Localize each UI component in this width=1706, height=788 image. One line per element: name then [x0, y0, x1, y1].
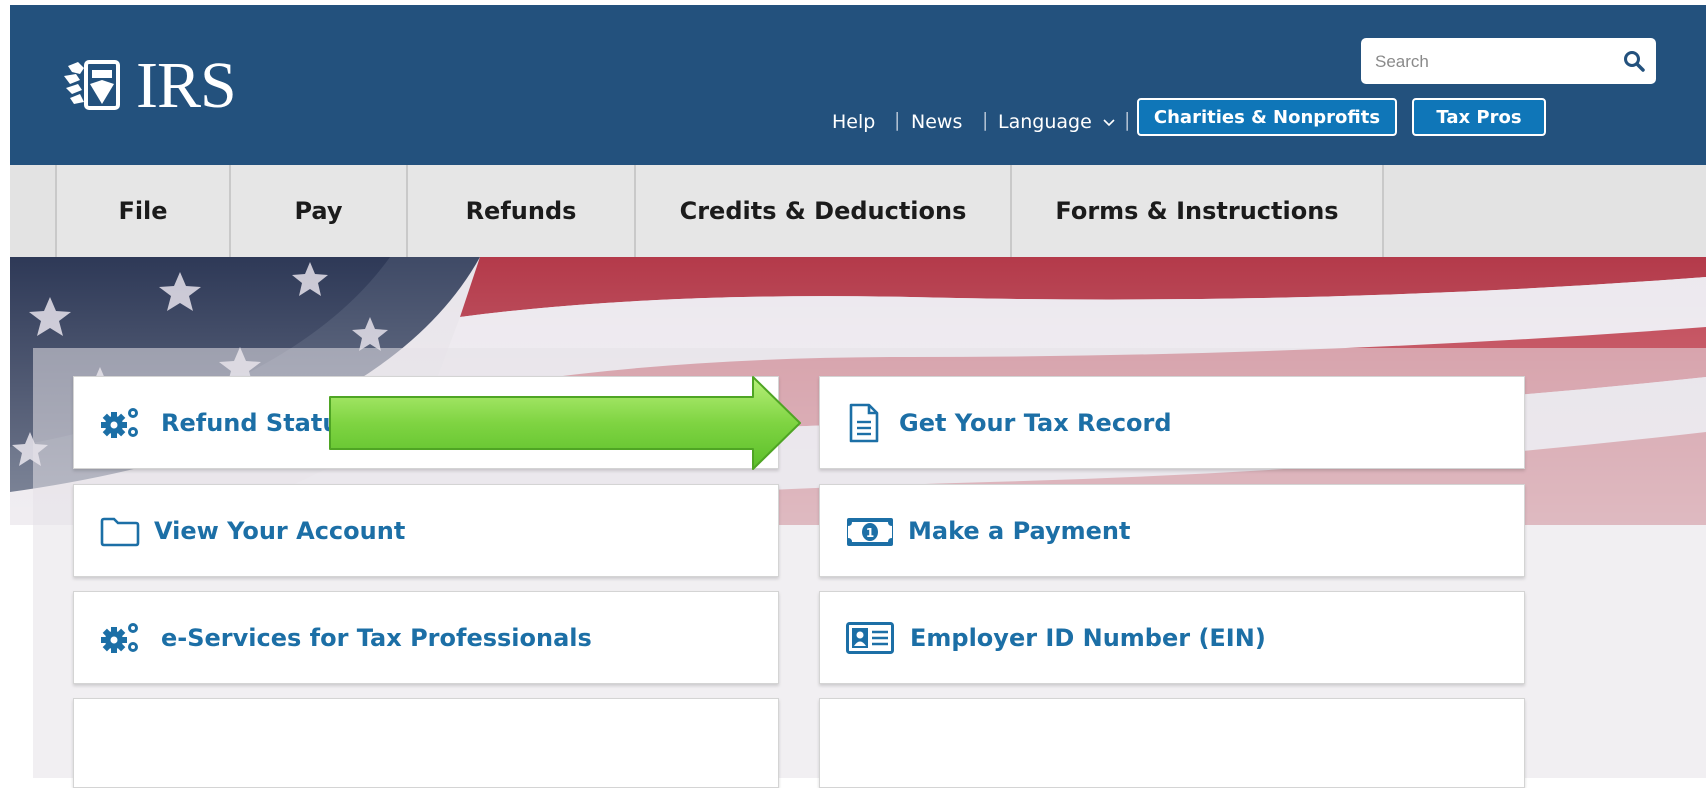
search-input[interactable] — [1373, 46, 1617, 78]
nav-forms-instructions[interactable]: Forms & Instructions — [1010, 165, 1382, 257]
document-icon — [849, 403, 879, 443]
eagle-emblem-icon — [64, 60, 120, 110]
charities-nonprofits-button[interactable]: Charities & Nonprofits — [1137, 98, 1397, 136]
e-services-card[interactable]: e-Services for Tax Professionals — [73, 591, 779, 684]
make-payment-label: Make a Payment — [908, 516, 1131, 545]
search-icon[interactable] — [1622, 49, 1646, 73]
folder-icon — [100, 517, 140, 547]
help-link[interactable]: Help — [832, 111, 875, 133]
id-card-icon — [846, 622, 894, 654]
nav-refunds[interactable]: Refunds — [406, 165, 634, 257]
ein-label: Employer ID Number (EIN) — [910, 623, 1266, 652]
gears-icon — [101, 408, 138, 438]
svg-text:1: 1 — [866, 526, 874, 540]
gears-icon — [101, 623, 138, 653]
search-box — [1361, 38, 1656, 84]
language-menu[interactable]: Language — [998, 111, 1115, 133]
main-nav: File Pay Refunds Credits & Deductions Fo… — [10, 165, 1706, 257]
site-header: IRS Help | News | Language | Charities &… — [10, 5, 1706, 165]
ein-card[interactable]: Employer ID Number (EIN) — [819, 591, 1525, 684]
nav-pay[interactable]: Pay — [229, 165, 406, 257]
money-icon: 1 — [847, 518, 893, 546]
news-link[interactable]: News — [911, 111, 962, 133]
partial-card[interactable] — [819, 698, 1525, 788]
divider: | — [894, 109, 901, 131]
e-services-label: e-Services for Tax Professionals — [161, 623, 592, 652]
make-payment-card[interactable]: 1 Make a Payment — [819, 484, 1525, 577]
tax-pros-button[interactable]: Tax Pros — [1412, 98, 1546, 136]
divider: | — [1124, 109, 1131, 131]
tax-record-card[interactable]: Get Your Tax Record — [819, 376, 1525, 469]
tax-record-label: Get Your Tax Record — [899, 408, 1172, 437]
partial-card[interactable] — [73, 698, 779, 788]
logo-text: IRS — [136, 49, 237, 122]
refund-status-label: Refund Status — [161, 408, 354, 437]
nav-file[interactable]: File — [55, 165, 229, 257]
chevron-down-icon — [1103, 118, 1115, 126]
green-arrow-annotation — [329, 376, 801, 470]
view-account-label: View Your Account — [154, 516, 406, 545]
nav-credits-deductions[interactable]: Credits & Deductions — [634, 165, 1010, 257]
view-account-card[interactable]: View Your Account — [73, 484, 779, 577]
nav-divider — [1382, 165, 1384, 257]
language-label: Language — [998, 111, 1092, 133]
divider: | — [982, 109, 989, 131]
irs-logo[interactable]: IRS — [62, 49, 237, 122]
